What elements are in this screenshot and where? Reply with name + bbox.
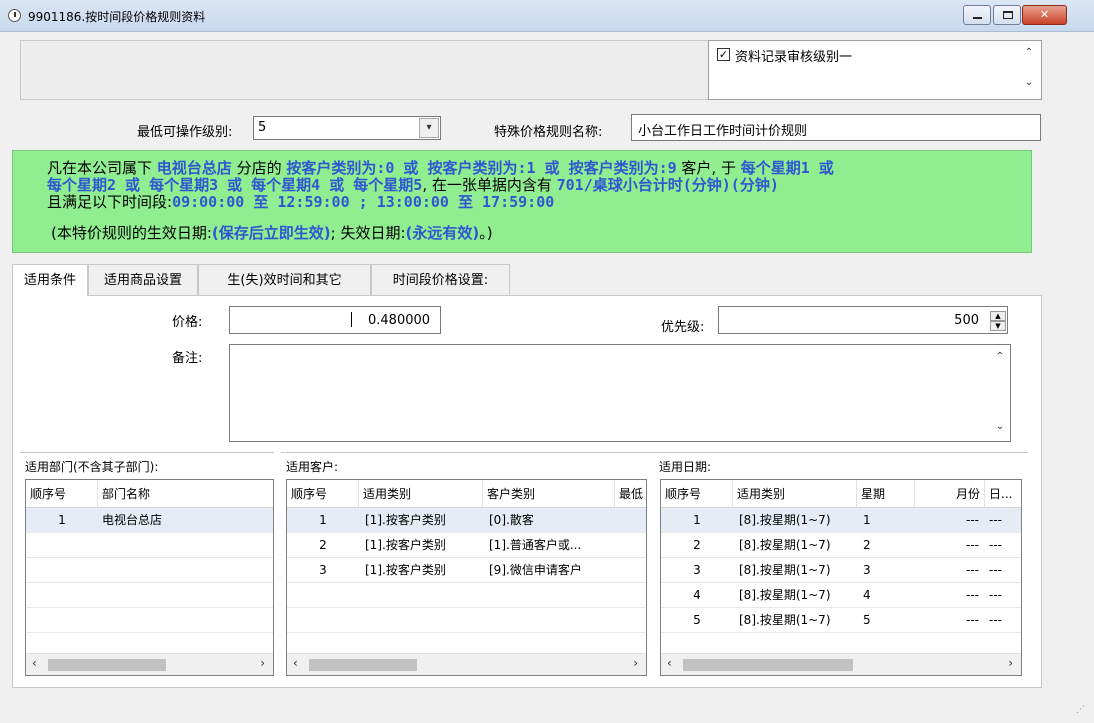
min-level-value: 5 — [258, 120, 267, 135]
tab-products[interactable]: 适用商品设置 — [88, 264, 198, 295]
table-row[interactable]: 1 电视台总店 — [26, 508, 273, 533]
customers-title: 适用客户: — [286, 460, 339, 474]
price-value: 0.480000 — [368, 313, 431, 328]
departments-grid[interactable]: 顺序号 部门名称 1 电视台总店 ‹ › — [25, 479, 274, 676]
minimize-button[interactable] — [963, 5, 991, 25]
scroll-up-icon[interactable]: ⌃ — [1021, 47, 1037, 58]
table-row[interactable]: 1 [1].按客户类别 [0].散客 — [287, 508, 646, 533]
remark-scroll-down-icon[interactable]: ⌄ — [992, 421, 1008, 432]
min-level-label: 最低可操作级别: — [137, 125, 233, 140]
dates-group: 适用日期: 顺序号 适用类别 星期 月份 日... 1 [8].按星期(1~7)… — [654, 452, 1028, 687]
col-day[interactable]: 日... — [985, 480, 1021, 507]
text-cursor — [351, 312, 352, 327]
scroll-right-icon[interactable]: › — [633, 656, 638, 670]
maximize-button[interactable] — [993, 5, 1021, 25]
dates-grid[interactable]: 顺序号 适用类别 星期 月份 日... 1 [8].按星期(1~7) 1 ---… — [660, 479, 1022, 676]
table-row — [26, 608, 273, 633]
chevron-down-icon[interactable]: ▾ — [419, 118, 439, 138]
rule-name-value: 小台工作日工作时间计价规则 — [638, 124, 808, 139]
table-row — [26, 558, 273, 583]
scroll-left-icon[interactable]: ‹ — [293, 656, 298, 670]
customers-grid[interactable]: 顺序号 适用类别 客户类别 最低 1 [1].按客户类别 [0].散客 2 [1… — [286, 479, 647, 676]
price-input[interactable]: 0.480000 — [229, 306, 441, 334]
customers-header: 顺序号 适用类别 客户类别 最低 — [287, 480, 646, 508]
scroll-right-icon[interactable]: › — [1008, 656, 1013, 670]
col-seq[interactable]: 顺序号 — [287, 480, 359, 507]
table-row — [26, 583, 273, 608]
col-dept-name[interactable]: 部门名称 — [98, 480, 273, 507]
col-month[interactable]: 月份 — [915, 480, 985, 507]
priority-spin[interactable]: ▲ ▼ — [990, 311, 1006, 331]
table-row[interactable]: 3 [1].按客户类别 [9].微信申请客户 — [287, 558, 646, 583]
window-title: 9901186.按时间段价格规则资料 — [28, 10, 206, 24]
spin-up-icon[interactable]: ▲ — [990, 311, 1006, 321]
rule-line-3: 且满足以下时间段:09:00:00 至 12:59:00 ; 13:00:00 … — [47, 193, 555, 211]
rule-name-label: 特殊价格规则名称: — [494, 125, 603, 140]
dates-title: 适用日期: — [659, 460, 712, 474]
col-minimum[interactable]: 最低 — [615, 480, 646, 507]
priority-stepper[interactable]: 500 ▲ ▼ — [718, 306, 1008, 334]
scroll-down-icon[interactable]: ⌄ — [1021, 77, 1037, 88]
price-label: 价格: — [172, 315, 203, 330]
scroll-thumb[interactable] — [48, 659, 166, 671]
table-row[interactable]: 4 [8].按星期(1~7) 4 --- --- — [661, 583, 1021, 608]
rule-line-4: (本特价规则的生效日期:(保存后立即生效); 失效日期:(永远有效)。) — [51, 224, 493, 242]
col-customer-type[interactable]: 客户类别 — [483, 480, 615, 507]
departments-group: 适用部门(不含其子部门): 顺序号 部门名称 1 电视台总店 ‹ › — [20, 452, 274, 687]
rule-line-2: 每个星期2 或 每个星期3 或 每个星期4 或 每个星期5, 在一张单据内含有 … — [47, 176, 779, 194]
col-apply-type[interactable]: 适用类别 — [733, 480, 857, 507]
app-clock-icon — [8, 9, 21, 22]
departments-hscroll[interactable]: ‹ › — [26, 653, 273, 675]
table-row — [287, 608, 646, 633]
scroll-left-icon[interactable]: ‹ — [32, 656, 37, 670]
audit-list-box[interactable]: ✓ 资料记录审核级别一 ⌃ ⌄ — [708, 40, 1042, 100]
customers-group: 适用客户: 顺序号 适用类别 客户类别 最低 1 [1].按客户类别 [0].散… — [281, 452, 654, 687]
col-weekday[interactable]: 星期 — [857, 480, 915, 507]
scroll-left-icon[interactable]: ‹ — [667, 656, 672, 670]
table-row[interactable]: 1 [8].按星期(1~7) 1 --- --- — [661, 508, 1021, 533]
audit-checkbox[interactable]: ✓ — [717, 48, 730, 61]
resize-grip-icon[interactable]: ⋰ — [1076, 705, 1085, 715]
remark-scroll-up-icon[interactable]: ⌃ — [992, 351, 1008, 362]
tab-conditions[interactable]: 适用条件 — [12, 264, 88, 296]
maximize-icon — [1003, 11, 1013, 19]
rule-description: 凡在本公司属下 电视台总店 分店的 按客户类别为:0 或 按客户类别为:1 或 … — [12, 150, 1032, 253]
close-icon: ✕ — [1039, 8, 1050, 21]
col-seq[interactable]: 顺序号 — [661, 480, 733, 507]
title-bar: 9901186.按时间段价格规则资料 ✕ — [0, 0, 1094, 32]
table-row[interactable]: 2 [1].按客户类别 [1].普通客户或... — [287, 533, 646, 558]
table-row[interactable]: 2 [8].按星期(1~7) 2 --- --- — [661, 533, 1021, 558]
dates-header: 顺序号 适用类别 星期 月份 日... — [661, 480, 1021, 508]
scroll-thumb[interactable] — [683, 659, 853, 671]
remark-label: 备注: — [172, 351, 203, 366]
customers-hscroll[interactable]: ‹ › — [287, 653, 646, 675]
minimize-icon — [973, 17, 982, 19]
col-seq[interactable]: 顺序号 — [26, 480, 98, 507]
close-button[interactable]: ✕ — [1022, 5, 1067, 25]
priority-label: 优先级: — [661, 320, 705, 335]
remark-textarea[interactable]: ⌃ ⌄ — [229, 344, 1011, 442]
min-level-select[interactable]: 5 ▾ — [253, 116, 441, 140]
table-row[interactable]: 3 [8].按星期(1~7) 3 --- --- — [661, 558, 1021, 583]
departments-title: 适用部门(不含其子部门): — [25, 460, 159, 474]
scroll-thumb[interactable] — [309, 659, 417, 671]
rule-name-input[interactable]: 小台工作日工作时间计价规则 — [631, 114, 1041, 141]
rule-line-1: 凡在本公司属下 电视台总店 分店的 按客户类别为:0 或 按客户类别为:1 或 … — [47, 159, 834, 177]
spin-down-icon[interactable]: ▼ — [990, 321, 1006, 331]
tab-time-price[interactable]: 时间段价格设置: — [371, 264, 510, 295]
priority-value: 500 — [954, 313, 979, 328]
departments-header: 顺序号 部门名称 — [26, 480, 273, 508]
table-row[interactable]: 5 [8].按星期(1~7) 5 --- --- — [661, 608, 1021, 633]
tab-effective-time[interactable]: 生(失)效时间和其它 — [198, 264, 371, 295]
audit-checkbox-label: 资料记录审核级别一 — [735, 50, 853, 65]
table-row — [287, 583, 646, 608]
dates-hscroll[interactable]: ‹ › — [661, 653, 1021, 675]
scroll-right-icon[interactable]: › — [260, 656, 265, 670]
table-row — [26, 533, 273, 558]
col-apply-type[interactable]: 适用类别 — [359, 480, 483, 507]
